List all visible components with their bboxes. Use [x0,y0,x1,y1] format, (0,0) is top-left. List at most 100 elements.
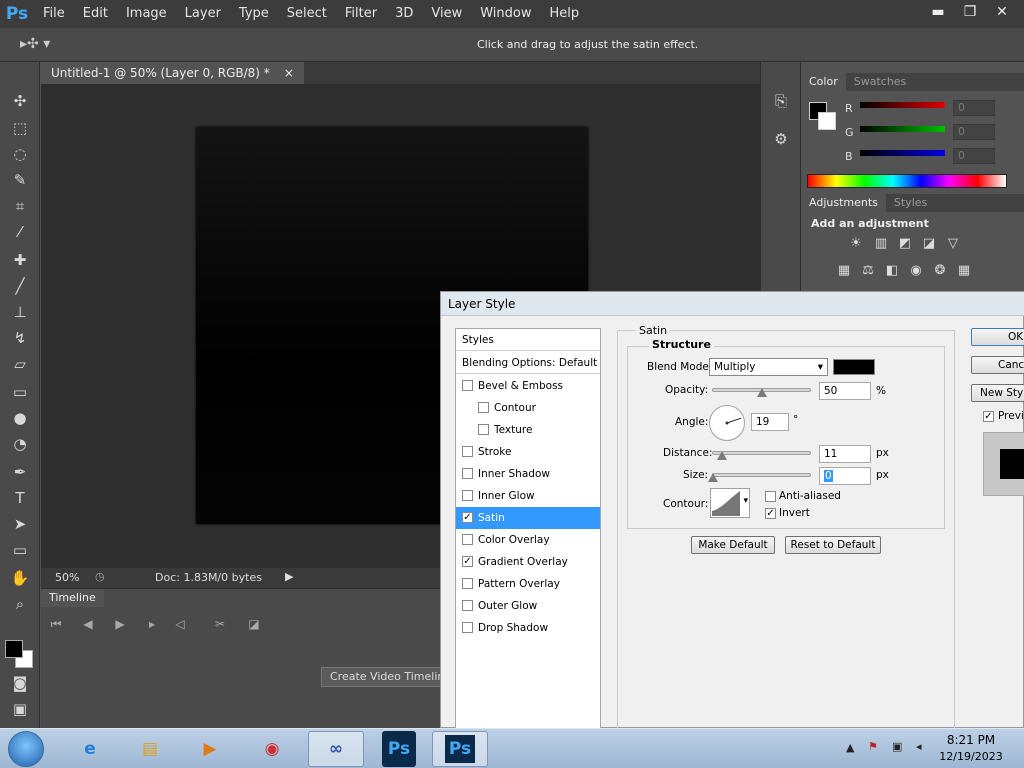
blend-mode-select[interactable]: Multiply ▾ [709,358,828,376]
channel-mixer-icon[interactable]: ❂ [930,263,950,279]
clock-date[interactable]: 12/19/2023 [936,750,1006,763]
style-item-checkbox[interactable] [462,490,473,501]
properties-panel-icon[interactable]: ⚙ [769,128,793,150]
timeline-tab[interactable]: Timeline [41,589,104,607]
green-channel-slider[interactable] [860,126,945,132]
screen-mode-icon[interactable]: ▣ [8,698,32,720]
status-info-icon[interactable]: ◷ [95,570,105,583]
angle-input[interactable]: 19 [751,413,789,431]
menu-filter[interactable]: Filter [336,0,386,28]
menu-select[interactable]: Select [278,0,336,28]
style-item-checkbox[interactable] [462,534,473,545]
cancel-button[interactable]: Canc [971,356,1024,374]
menu-image[interactable]: Image [117,0,176,28]
eyedropper-tool-icon[interactable]: ⁄ [8,221,32,243]
go-to-first-frame-icon[interactable]: ⏮ [45,617,67,633]
restore-button[interactable]: ❐ [954,2,986,22]
status-menu-arrow-icon[interactable]: ▶ [285,570,293,583]
opacity-input[interactable]: 50 [819,382,871,400]
style-item-checkbox[interactable] [462,600,473,611]
style-item-checkbox[interactable]: ✓ [462,556,473,567]
style-item-inner-glow[interactable]: Inner Glow [456,485,600,507]
move-tool-icon[interactable]: ✣ [8,90,32,112]
tab-swatches[interactable]: Swatches [846,73,915,91]
size-input[interactable]: 0 [819,467,871,485]
distance-slider-thumb[interactable] [717,451,727,460]
photoshop-taskbar-icon-1[interactable]: Ps [382,731,416,767]
size-slider[interactable] [712,473,811,477]
blur-tool-icon[interactable]: ● [8,407,32,429]
menu-help[interactable]: Help [541,0,589,28]
red-channel-slider[interactable] [860,102,945,108]
style-item-checkbox[interactable] [462,622,473,633]
split-icon[interactable]: ✂ [209,617,231,633]
exposure-icon[interactable]: ◪ [919,236,939,252]
photo-filter-icon[interactable]: ◉ [906,263,926,279]
tab-adjustments[interactable]: Adjustments [801,194,886,212]
contour-picker[interactable]: ▾ [710,488,750,518]
history-brush-tool-icon[interactable]: ↯ [8,327,32,349]
tray-volume-icon[interactable]: ◂ [916,740,922,753]
style-item-bevel-emboss[interactable]: Bevel & Emboss [456,375,600,397]
style-item-checkbox[interactable] [462,578,473,589]
blend-color-swatch[interactable] [833,359,875,375]
type-tool-icon[interactable]: T [8,487,32,509]
zoom-tool-icon[interactable]: ⌕ [8,593,32,615]
make-default-button[interactable]: Make Default [691,536,775,554]
style-item-inner-shadow[interactable]: Inner Shadow [456,463,600,485]
rectangle-tool-icon[interactable]: ▭ [8,539,32,561]
menu-type[interactable]: Type [230,0,278,28]
style-item-pattern-overlay[interactable]: Pattern Overlay [456,573,600,595]
levels-icon[interactable]: ▥ [871,236,891,252]
new-style-button[interactable]: New Sty [971,384,1024,402]
file-explorer-icon[interactable]: ▤ [122,731,178,767]
quick-select-tool-icon[interactable]: ✎ [8,169,32,191]
style-item-texture[interactable]: Texture [456,419,600,441]
green-channel-input[interactable]: 0 [953,124,995,140]
size-slider-thumb[interactable] [708,473,718,482]
eraser-tool-icon[interactable]: ▱ [8,353,32,375]
transition-icon[interactable]: ◪ [243,617,265,633]
minimize-button[interactable]: ▬ [922,2,954,22]
style-item-stroke[interactable]: Stroke [456,441,600,463]
reset-to-default-button[interactable]: Reset to Default [785,536,881,554]
close-button[interactable]: ✕ [986,2,1018,22]
style-item-outer-glow[interactable]: Outer Glow [456,595,600,617]
crop-tool-icon[interactable]: ⌗ [8,195,32,217]
gradient-tool-icon[interactable]: ▭ [8,381,32,403]
zoom-level[interactable]: 50% [55,571,79,584]
healing-brush-tool-icon[interactable]: ✚ [8,249,32,271]
clock-time[interactable]: 8:21 PM [936,733,1006,747]
distance-input[interactable]: 11 [819,445,871,463]
style-item-checkbox[interactable] [462,380,473,391]
style-item-contour[interactable]: Contour [456,397,600,419]
black-white-icon[interactable]: ◧ [882,263,902,279]
photoshop-taskbar-icon-2[interactable]: Ps [432,731,488,767]
style-item-color-overlay[interactable]: Color Overlay [456,529,600,551]
style-item-checkbox[interactable]: ✓ [462,512,473,523]
tray-device-icon[interactable]: ▣ [892,740,902,753]
color-background-swatch[interactable] [818,112,836,130]
menu-3d[interactable]: 3D [386,0,422,28]
next-frame-icon[interactable]: ▸ [141,617,163,633]
red-channel-input[interactable]: 0 [953,100,995,116]
audio-icon[interactable]: ◁ [169,617,191,633]
lasso-tool-icon[interactable]: ◌ [8,143,32,165]
style-item-checkbox[interactable] [478,402,489,413]
contour-dropdown-icon[interactable]: ▾ [743,496,748,506]
internet-explorer-icon[interactable]: e [62,731,118,767]
menu-edit[interactable]: Edit [74,0,117,28]
start-button[interactable] [8,731,44,767]
invert-checkbox[interactable]: ✓ [765,508,776,519]
color-lookup-icon[interactable]: ▦ [954,263,974,279]
style-item-checkbox[interactable] [478,424,489,435]
quick-mask-icon[interactable]: ◙ [8,672,32,694]
dodge-tool-icon[interactable]: ◔ [8,433,32,455]
chrome-icon[interactable]: ◉ [244,731,300,767]
pen-tool-icon[interactable]: ✒ [8,461,32,483]
tab-color[interactable]: Color [801,73,846,91]
opacity-slider-thumb[interactable] [756,388,767,397]
blue-channel-slider[interactable] [860,150,945,156]
foreground-color-swatch[interactable] [5,640,23,658]
angle-dial[interactable] [709,405,745,441]
